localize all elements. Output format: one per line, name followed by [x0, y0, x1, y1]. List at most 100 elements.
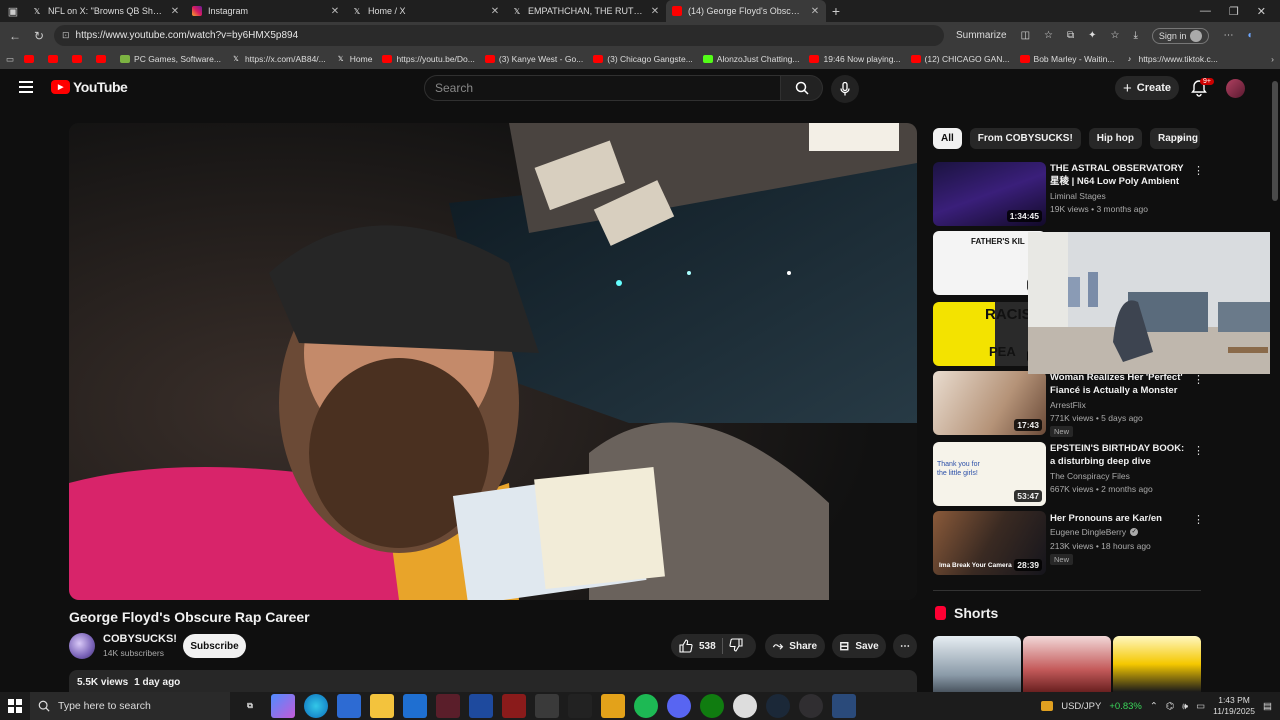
tray-chevron-icon[interactable]: ⌃ [1150, 701, 1158, 712]
favorites-icon[interactable]: ☆ [1111, 30, 1120, 41]
browser-tab[interactable]: 𝕏 EMPATHCHAN, THE RUTHLESS DI ✕ [506, 0, 666, 22]
more-vertical-icon[interactable]: ⋮ [1193, 373, 1204, 386]
bookmark-item[interactable] [48, 55, 62, 63]
youtube-logo[interactable]: ▶ YouTube [51, 79, 128, 95]
recommendation-item[interactable]: Ima Break Your Camera 28:39 Her Pronouns… [933, 511, 1204, 575]
app-icon[interactable] [568, 694, 592, 718]
download-icon[interactable]: ⤓ [1134, 30, 1138, 41]
bookmark-item[interactable]: (3) Kanye West - Go... [484, 54, 583, 64]
bookmark-item[interactable]: 19:46 Now playing... [809, 54, 901, 64]
bookmarks-menu-icon[interactable]: ▭ [6, 54, 14, 65]
game-app-icon[interactable] [469, 694, 493, 718]
close-window-icon[interactable]: ✕ [1257, 5, 1266, 18]
bookmark-item[interactable]: PC Games, Software... [120, 54, 221, 64]
page-scrollbar[interactable] [1270, 69, 1280, 692]
notifications-icon[interactable]: ▤ [1263, 701, 1272, 712]
bookmark-item[interactable]: 𝕏 Home [336, 54, 373, 64]
recommendation-item[interactable]: 1:34:45 THE ASTRAL OBSERVATORY 星稜 | N64 … [933, 162, 1204, 226]
browser-tab[interactable]: 𝕏 Home / X ✕ [346, 0, 506, 22]
close-tab-icon[interactable]: ✕ [810, 6, 820, 17]
short-thumbnail[interactable] [933, 636, 1021, 692]
minimize-icon[interactable]: — [1200, 5, 1211, 18]
video-thumbnail[interactable]: 1:34:45 [933, 162, 1046, 226]
task-view-icon[interactable]: ⧉ [238, 694, 262, 718]
active-app-icon[interactable] [832, 694, 856, 718]
bookmark-item[interactable]: (3) Chicago Gangste... [593, 54, 693, 64]
hamburger-menu-icon[interactable] [19, 81, 33, 93]
like-button[interactable]: 538 [671, 639, 716, 653]
network-icon[interactable]: ⌬ [1166, 701, 1174, 712]
video-thumbnail[interactable]: Ima Break Your Camera 28:39 [933, 511, 1046, 575]
more-vertical-icon[interactable]: ⋮ [1193, 513, 1204, 526]
more-menu-icon[interactable]: ⋯ [1223, 30, 1233, 41]
close-tab-icon[interactable]: ✕ [330, 6, 340, 17]
bookmark-item[interactable]: Bob Marley - Waitin... [1019, 54, 1114, 64]
app-icon[interactable] [733, 694, 757, 718]
close-tab-icon[interactable]: ✕ [170, 6, 180, 17]
back-icon[interactable]: ← [6, 29, 24, 43]
xbox-icon[interactable] [700, 694, 724, 718]
extension-icon[interactable]: ◫ [1021, 30, 1030, 41]
tab-actions-icon[interactable]: ▣ [0, 0, 26, 22]
edge-browser-icon[interactable] [304, 694, 328, 718]
channel-name[interactable]: COBYSUCKS! [103, 633, 177, 645]
close-tab-icon[interactable]: ✕ [650, 6, 660, 17]
recommendation-item[interactable]: Thank you for the little girls! 53:47 EP… [933, 442, 1204, 506]
refresh-icon[interactable]: ↻ [30, 29, 48, 43]
site-info-icon[interactable]: ⊡ [62, 30, 70, 41]
bookmark-item[interactable] [96, 55, 110, 63]
copilot-app-icon[interactable] [271, 694, 295, 718]
dislike-button[interactable] [729, 637, 743, 655]
stock-label[interactable]: USD/JPY [1061, 701, 1101, 712]
chip-rapping[interactable]: Rapping [1150, 128, 1201, 149]
voice-search-button[interactable] [831, 75, 859, 103]
taskbar-search[interactable]: Type here to search [30, 692, 230, 720]
chevron-right-icon[interactable]: › [1178, 131, 1182, 146]
game-app-icon[interactable] [535, 694, 559, 718]
new-tab-icon[interactable]: + [826, 3, 846, 19]
sign-in-button[interactable]: Sign in [1151, 27, 1210, 44]
windows-start-icon[interactable] [0, 699, 30, 713]
more-actions-button[interactable]: ⋯ [893, 634, 917, 658]
game-app-icon[interactable] [436, 694, 460, 718]
file-explorer-icon[interactable] [370, 694, 394, 718]
description-box[interactable]: 5.5K views 1 day ago [69, 670, 917, 692]
bookmark-item[interactable]: ♪ https://www.tiktok.c... [1124, 54, 1218, 64]
browser-tab[interactable]: 𝕏 NFL on X: "Browns QB Shedeur Sa ✕ [26, 0, 186, 22]
system-clock[interactable]: 1:43 PM 11/19/2025 [1213, 695, 1255, 717]
battery-icon[interactable]: ▭ [1196, 701, 1205, 712]
close-tab-icon[interactable]: ✕ [490, 6, 500, 17]
microsoft-store-icon[interactable] [337, 694, 361, 718]
recommendation-item[interactable]: 17:43 Woman Realizes Her 'Perfect' Fianc… [933, 371, 1204, 437]
bookmark-item[interactable]: https://youtu.be/Do... [382, 54, 475, 64]
search-input[interactable]: Search [424, 75, 781, 101]
more-vertical-icon[interactable]: ⋮ [1193, 164, 1204, 177]
video-player[interactable] [69, 123, 917, 600]
maximize-icon[interactable]: ❐ [1229, 5, 1239, 18]
bookmark-item[interactable] [24, 55, 38, 63]
summarize-button[interactable]: Summarize [956, 30, 1007, 41]
save-button[interactable]: ⊟ Save [832, 634, 886, 658]
user-avatar[interactable] [1226, 79, 1245, 98]
bookmark-item[interactable]: 𝕏https://x.com/AB84/... [231, 54, 326, 64]
browser-tab[interactable]: Instagram ✕ [186, 0, 346, 22]
more-vertical-icon[interactable]: ⋮ [1193, 444, 1204, 457]
chip-all[interactable]: All [933, 128, 962, 149]
mail-icon[interactable] [403, 694, 427, 718]
extensions-icon[interactable]: ✦ [1088, 30, 1096, 41]
bookmarks-more-icon[interactable]: › [1271, 54, 1274, 64]
browser-tab-active[interactable]: (14) George Floyd's Obscure Rap ✕ [666, 0, 826, 22]
copilot-icon[interactable]: ◐ [1247, 30, 1253, 41]
favorite-star-icon[interactable]: ☆ [1044, 30, 1053, 41]
split-view-icon[interactable]: ⧉ [1067, 30, 1074, 41]
app-icon[interactable] [601, 694, 625, 718]
obs-icon[interactable] [799, 694, 823, 718]
short-thumbnail[interactable] [1023, 636, 1111, 692]
channel-avatar[interactable] [69, 633, 95, 659]
url-field[interactable]: ⊡ https://www.youtube.com/watch?v=by6HMX… [54, 25, 944, 46]
video-thumbnail[interactable]: 17:43 [933, 371, 1046, 435]
steam-icon[interactable] [766, 694, 790, 718]
spotify-icon[interactable] [634, 694, 658, 718]
scrollbar-thumb[interactable] [1272, 81, 1278, 201]
subscribe-button[interactable]: Subscribe [183, 634, 246, 658]
